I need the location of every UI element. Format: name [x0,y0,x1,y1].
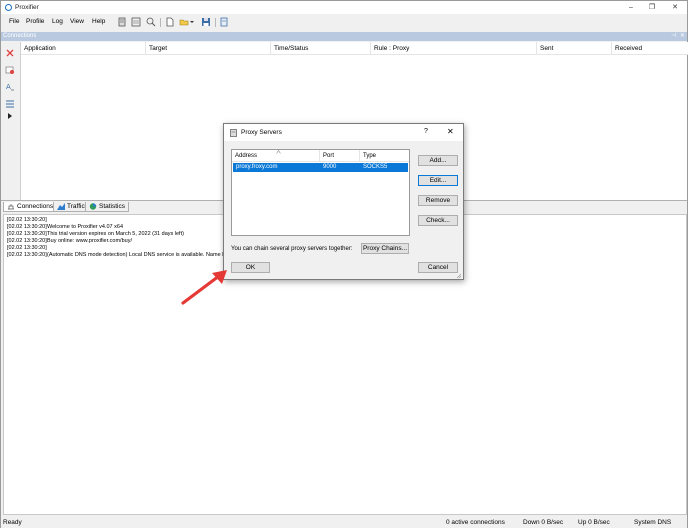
log-line: [02.02 13:30:20]Welcome to Proxifier v4.… [7,224,124,230]
connections-tab-icon [8,204,14,210]
cancel-button[interactable]: Cancel [418,262,458,273]
tab-connections[interactable]: Connections [3,202,58,212]
column-received[interactable]: Received [612,42,688,55]
column-application[interactable]: Application [21,42,146,55]
proxification-rules-icon[interactable] [131,17,141,27]
new-profile-icon[interactable] [165,17,175,27]
create-rule-icon[interactable] [5,65,15,75]
proxy-type: SOCKS5 [363,164,388,170]
expand-arrow-icon[interactable] [5,111,15,121]
log-line: [02.02 13:30:20] [7,217,47,223]
save-profile-icon[interactable] [201,17,211,27]
log-settings-icon[interactable] [219,17,229,27]
column-rule-proxy[interactable]: Rule : Proxy [371,42,537,55]
tab-statistics-label: Statistics [99,203,126,210]
help-button[interactable]: ? [424,128,428,135]
menu-bar: File Profile Log View Help [1,15,687,29]
close-window-button[interactable]: ✕ [665,2,685,13]
remove-proxy-button[interactable]: Remove [418,195,458,206]
proxy-servers-icon[interactable] [117,17,127,27]
add-proxy-button[interactable]: Add... [418,155,458,166]
dialog-title-bar: Proxy Servers ? ✕ [224,124,463,141]
menu-help[interactable]: Help [92,18,105,25]
statistics-tab-icon [89,203,97,210]
name-resolution-icon[interactable] [146,17,156,27]
menu-profile[interactable]: Profile [26,18,44,25]
menu-file[interactable]: File [9,18,19,25]
column-time-status[interactable]: Time/Status [271,42,371,55]
column-target[interactable]: Target [146,42,271,55]
proxy-row[interactable]: proxy.froxy.com 9000 SOCKS5 [233,163,408,172]
dialog-close-button[interactable]: ✕ [447,127,454,136]
close-panel-icon[interactable]: ✕ [680,32,685,39]
annotation-arrow-icon [181,270,227,305]
traffic-tab-icon [57,203,65,210]
status-dns: System DNS [634,519,672,526]
log-line: [02.02 13:30:20]Buy online: www.proxifie… [7,238,132,244]
log-line: [02.02 13:30:20] [7,245,47,251]
status-ready: Ready [3,519,22,526]
connections-panel-title: Connections [3,33,37,39]
chain-description: You can chain several proxy servers toge… [231,246,353,252]
open-profile-icon[interactable] [179,17,189,27]
connections-table-header: Application Target Time/Status Rule : Pr… [21,42,688,55]
resolve-icon[interactable]: A [5,82,15,92]
column-sent[interactable]: Sent [537,42,612,55]
proxifier-logo-icon [5,4,12,11]
title-bar: Proxifier – ❐ ✕ [1,1,687,14]
sort-caret-icon [276,150,281,154]
maximize-button[interactable]: ❐ [642,2,662,13]
resize-grip-icon[interactable] [456,273,462,279]
toolbar-separator [160,18,161,27]
list-view-icon[interactable] [5,99,15,109]
tab-connections-label: Connections [17,203,54,210]
tab-traffic[interactable]: Traffic [53,202,89,212]
proxy-server-list[interactable]: Address Port Type proxy.froxy.com 9000 S… [231,149,410,236]
svg-text:A: A [6,83,11,91]
proxy-servers-dialog: Proxy Servers ? ✕ Address Port Type prox… [223,123,464,280]
edit-proxy-button[interactable]: Edit... [418,175,458,186]
minimize-button[interactable]: – [621,2,641,13]
connections-panel-header: Connections ⊣ ✕ [1,32,687,41]
connections-side-toolbar: A [1,42,19,200]
log-line: [02.02 13:30:20]This trial version expir… [7,231,184,237]
status-down-rate: Down 0 B/sec [523,519,564,526]
status-bar: Ready 0 active connections Down 0 B/sec … [1,518,687,528]
window-title: Proxifier [15,4,39,11]
tab-traffic-label: Traffic [67,203,85,210]
proxy-chains-button[interactable]: Proxy Chains... [361,243,409,254]
proxy-list-header: Address Port Type [232,150,409,162]
column-type[interactable]: Type [360,150,409,162]
proxy-port: 9000 [323,164,337,170]
ok-button[interactable]: OK [231,262,270,273]
toolbar-separator [215,18,216,27]
menu-view[interactable]: View [70,18,84,25]
proxy-servers-dialog-icon [230,129,237,137]
menu-log[interactable]: Log [52,18,63,25]
status-up-rate: Up 0 B/sec [578,519,610,526]
column-port[interactable]: Port [320,150,360,162]
pin-icon[interactable]: ⊣ [671,32,676,39]
tab-statistics[interactable]: Statistics [85,202,130,212]
open-dropdown-icon[interactable] [189,17,195,27]
proxy-address: proxy.froxy.com [236,164,278,170]
check-proxy-button[interactable]: Check... [418,215,458,226]
status-active-connections: 0 active connections [446,519,505,526]
dialog-title: Proxy Servers [241,129,282,136]
log-line: [02.02 13:30:20](Automatic DNS mode dete… [7,252,240,258]
close-connection-icon[interactable] [5,48,15,58]
